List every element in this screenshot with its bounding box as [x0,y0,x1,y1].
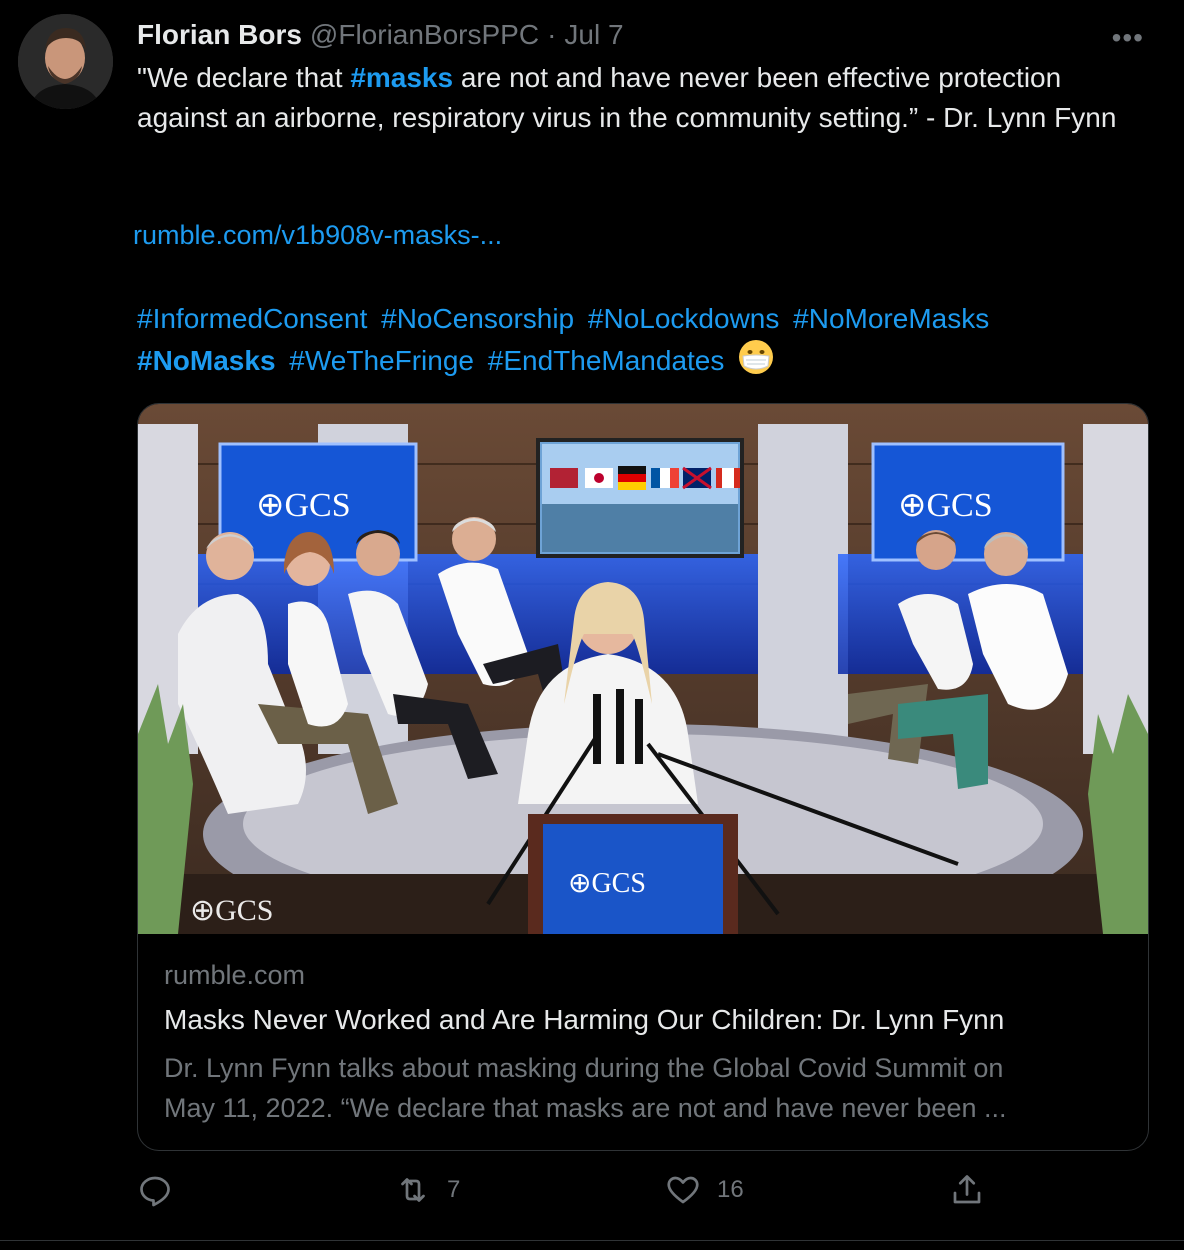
link-card[interactable]: ⊕GCS ⊕GCS ⊕GCS ⊕GCS rumble.com Masks Nev… [137,403,1149,1151]
card-title: Masks Never Worked and Are Harming Our C… [164,1004,1005,1035]
tweet-actions: 7 16 [137,1172,1147,1222]
card-description: Dr. Lynn Fynn talks about masking during… [164,1048,1114,1128]
hashtag-end-the-mandates[interactable]: #EndTheMandates [488,345,725,376]
like-count: 16 [717,1176,744,1203]
author-name[interactable]: Florian Bors [137,19,302,51]
card-meta: rumble.com Masks Never Worked and Are Ha… [164,960,1114,1128]
avatar[interactable] [18,14,113,109]
reply-icon [140,1176,170,1207]
video-thumbnail[interactable]: ⊕GCS ⊕GCS ⊕GCS ⊕GCS [138,404,1148,934]
hashtag-masks[interactable]: #masks [350,62,453,93]
separator-dot: · [547,19,557,50]
retweet-button[interactable]: 7 [395,1172,460,1208]
share-button[interactable] [949,1172,1001,1208]
card-domain: rumble.com [164,960,306,990]
svg-text:⊕GCS: ⊕GCS [190,894,274,927]
heart-icon [667,1176,699,1204]
card-description-line: Dr. Lynn Fynn talks about masking during… [164,1053,1004,1083]
hashtag-no-masks[interactable]: #NoMasks [137,345,276,376]
svg-text:⊕GCS: ⊕GCS [256,487,351,524]
like-button[interactable]: 16 [665,1172,744,1208]
hashtag-no-lockdowns[interactable]: #NoLockdowns [588,303,779,334]
avatar-image [18,14,113,109]
hashtag-informed-consent[interactable]: #InformedConsent [137,303,367,334]
tweet-text: "We declare that #masks are not and have… [137,58,1147,138]
share-icon [953,1175,981,1204]
face-with-medical-mask-icon [738,339,774,386]
divider [0,1240,1184,1241]
hashtag-list: #InformedConsent #NoCensorship #NoLockdo… [137,299,1147,386]
author-handle[interactable]: @FlorianBorsPPC [310,19,539,51]
hashtag-no-censorship[interactable]: #NoCensorship [381,303,574,334]
tweet-link[interactable]: rumble.com/v1b908v-masks-... [133,220,502,251]
more-options-icon[interactable]: ••• [1112,22,1144,54]
svg-text:⊕GCS: ⊕GCS [898,487,993,524]
retweet-icon [401,1178,425,1202]
svg-text:⊕GCS: ⊕GCS [568,868,646,899]
tweet-text-start: "We declare that [137,62,351,93]
hashtag-we-the-fringe[interactable]: #WeTheFringe [289,345,474,376]
tweet[interactable]: Florian Bors @FlorianBorsPPC · Jul 7 •••… [0,0,1184,1250]
tweet-date[interactable]: Jul 7 [564,19,623,51]
retweet-count: 7 [447,1176,461,1203]
card-description-line: May 11, 2022. “We declare that masks are… [164,1093,1007,1123]
reply-button[interactable] [137,1172,189,1208]
tweet-header: Florian Bors @FlorianBorsPPC · Jul 7 [137,16,624,54]
hashtag-no-more-masks[interactable]: #NoMoreMasks [793,303,989,334]
